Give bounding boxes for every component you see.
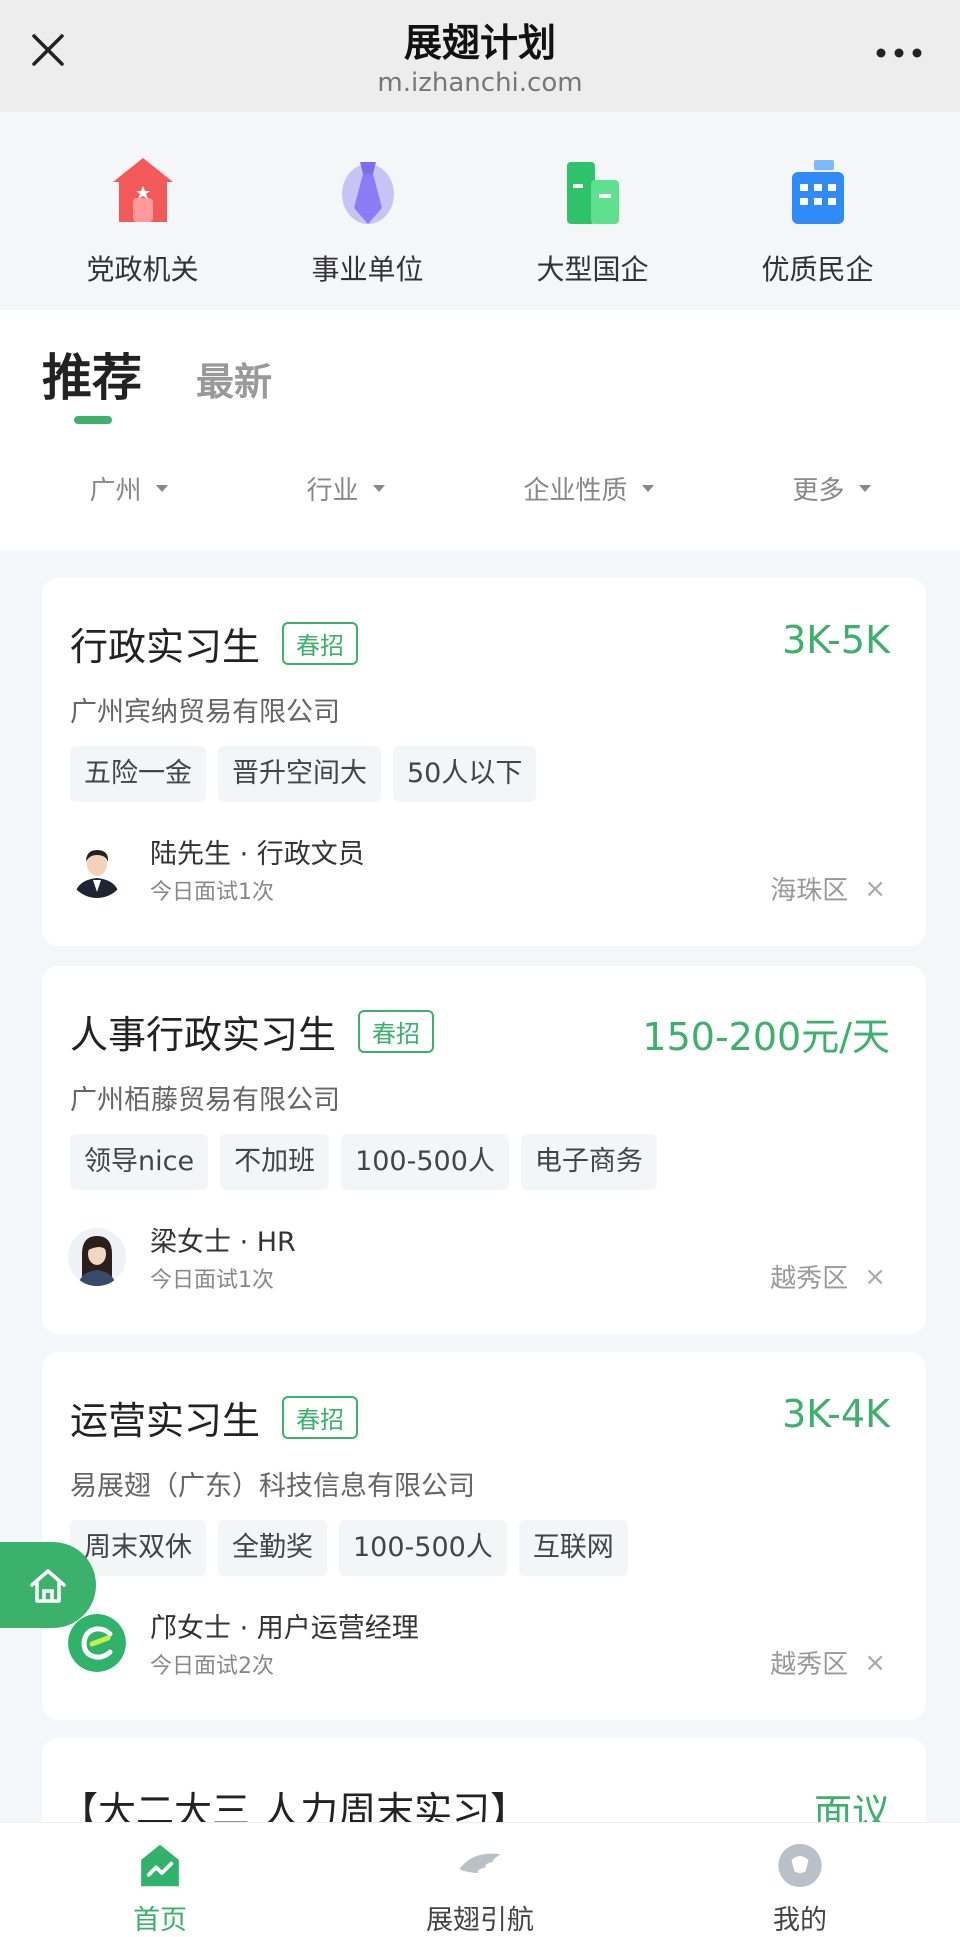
- job-tags: 周末双休 全勤奖 100-500人 互联网: [70, 1520, 640, 1576]
- government-building-icon: [112, 158, 173, 222]
- wing-icon: [459, 1853, 501, 1874]
- page-title: 展翅计划: [403, 21, 556, 65]
- job-card[interactable]: 行政实习生 春招 3K-5K 广州宾纳贸易有限公司 五险一金 晋升空间大 50人…: [42, 578, 926, 946]
- job-tag: 100-500人: [339, 1520, 507, 1576]
- job-tag: 电子商务: [520, 1134, 657, 1190]
- job-badge: 春招: [282, 622, 359, 665]
- company-logo-icon: [68, 1614, 126, 1672]
- job-salary: 3K-5K: [782, 618, 890, 662]
- job-location: 越秀区 ×: [770, 1644, 886, 1681]
- tab-recommended[interactable]: 推荐: [42, 338, 142, 410]
- caret-down-icon: [858, 485, 871, 492]
- district-label: 越秀区: [770, 1650, 849, 1680]
- category-strip: 党政机关 事业单位 大型国企 优质民企: [0, 112, 960, 308]
- job-title-row: 行政实习生 春招: [70, 616, 359, 671]
- page-url: m.izhanchi.com: [377, 68, 583, 98]
- nav-label: 我的: [773, 1905, 827, 1936]
- recruiter-info: 梁女士 · HR: [150, 1227, 296, 1258]
- interview-count: 今日面试1次: [150, 1268, 274, 1293]
- job-badge: 春招: [358, 1010, 435, 1053]
- company-name: 广州宾纳贸易有限公司: [70, 697, 340, 728]
- tie-icon: [341, 162, 394, 224]
- home-chart-icon: [141, 1844, 179, 1887]
- profile-icon: [778, 1843, 822, 1888]
- interview-count: 今日面试1次: [150, 880, 274, 905]
- category-government[interactable]: 党政机关: [53, 112, 233, 308]
- office-tower-icon: [566, 162, 619, 224]
- job-location: 越秀区 ×: [770, 1258, 886, 1295]
- avatar: [68, 1228, 126, 1286]
- caret-down-icon: [641, 485, 654, 492]
- job-tag: 不加班: [220, 1134, 330, 1190]
- filter-label: 更多: [792, 476, 845, 506]
- nav-label: 首页: [133, 1905, 187, 1936]
- filter-label: 行业: [306, 476, 359, 506]
- category-public-institution[interactable]: 事业单位: [278, 112, 458, 308]
- job-tag: 五险一金: [70, 746, 206, 802]
- recruiter-info: 陆先生 · 行政文员: [150, 839, 365, 870]
- interview-count: 今日面试2次: [150, 1654, 274, 1679]
- tab-bar: 推荐 最新: [42, 338, 272, 410]
- filter-bar: 广州 行业 企业性质 更多: [0, 470, 960, 507]
- job-salary: 150-200元/天: [642, 1015, 890, 1059]
- job-card[interactable]: 人事行政实习生 春招 150-200元/天 广州栢藤贸易有限公司 领导nice …: [42, 966, 926, 1334]
- browser-header: 展翅计划 m.izhanchi.com: [0, 0, 960, 112]
- more-icon[interactable]: [876, 48, 922, 58]
- district-label: 海珠区: [770, 876, 849, 906]
- active-tab-indicator: [74, 416, 112, 424]
- filter-industry[interactable]: 行业: [306, 470, 385, 507]
- filter-more[interactable]: 更多: [792, 470, 871, 507]
- caret-down-icon: [155, 485, 168, 492]
- nav-guide[interactable]: 展翅引航: [360, 1823, 600, 1937]
- category-label: 事业单位: [311, 253, 424, 286]
- job-tag: 互联网: [518, 1520, 628, 1576]
- job-title: 人事行政实习生: [70, 1013, 337, 1057]
- job-tag: 晋升空间大: [218, 746, 381, 802]
- job-tag: 50人以下: [393, 746, 537, 802]
- recruiter-info: 邝女士 · 用户运营经理: [150, 1613, 419, 1644]
- job-title-row: 人事行政实习生 春招: [70, 1004, 435, 1059]
- job-card[interactable]: 运营实习生 春招 3K-4K 易展翅（广东）科技信息有限公司 周末双休 全勤奖 …: [42, 1352, 926, 1720]
- home-icon: [30, 1569, 66, 1603]
- company-name: 广州栢藤贸易有限公司: [70, 1085, 340, 1116]
- nav-label: 展翅引航: [426, 1905, 534, 1936]
- nav-home[interactable]: 首页: [40, 1823, 280, 1937]
- dismiss-button[interactable]: ×: [864, 1648, 886, 1678]
- job-salary: 3K-4K: [782, 1392, 890, 1436]
- bottom-nav: 首页 展翅引航 我的: [0, 1822, 960, 1937]
- dismiss-button[interactable]: ×: [864, 874, 886, 904]
- job-tags: 领导nice 不加班 100-500人 电子商务: [70, 1134, 669, 1190]
- tab-latest[interactable]: 最新: [196, 351, 272, 406]
- dismiss-button[interactable]: ×: [864, 1262, 886, 1292]
- category-label: 优质民企: [761, 253, 874, 286]
- job-title: 运营实习生: [70, 1399, 261, 1443]
- job-title: 行政实习生: [70, 625, 261, 669]
- job-tags: 五险一金 晋升空间大 50人以下: [70, 746, 548, 802]
- filter-city[interactable]: 广州: [89, 470, 168, 507]
- listing-header: 推荐 最新 广州 行业 企业性质 更多: [0, 310, 960, 550]
- job-tag: 全勤奖: [218, 1520, 327, 1576]
- category-private-enterprise[interactable]: 优质民企: [728, 112, 908, 308]
- job-tag: 领导nice: [70, 1134, 209, 1190]
- job-title-row: 运营实习生 春招: [70, 1390, 359, 1445]
- filter-label: 企业性质: [523, 476, 628, 506]
- filter-company-type[interactable]: 企业性质: [523, 470, 654, 507]
- job-badge: 春招: [282, 1396, 359, 1439]
- category-label: 大型国企: [536, 253, 649, 286]
- caret-down-icon: [372, 485, 385, 492]
- job-tag: 100-500人: [341, 1134, 509, 1190]
- category-state-enterprise[interactable]: 大型国企: [503, 112, 683, 308]
- avatar: [68, 840, 126, 898]
- job-location: 海珠区 ×: [770, 870, 886, 907]
- company-name: 易展翅（广东）科技信息有限公司: [70, 1471, 475, 1502]
- company-building-icon: [791, 160, 844, 224]
- floating-home-button[interactable]: [0, 1542, 96, 1628]
- district-label: 越秀区: [770, 1264, 849, 1294]
- filter-label: 广州: [89, 476, 142, 506]
- category-label: 党政机关: [86, 253, 199, 286]
- nav-profile[interactable]: 我的: [680, 1823, 920, 1937]
